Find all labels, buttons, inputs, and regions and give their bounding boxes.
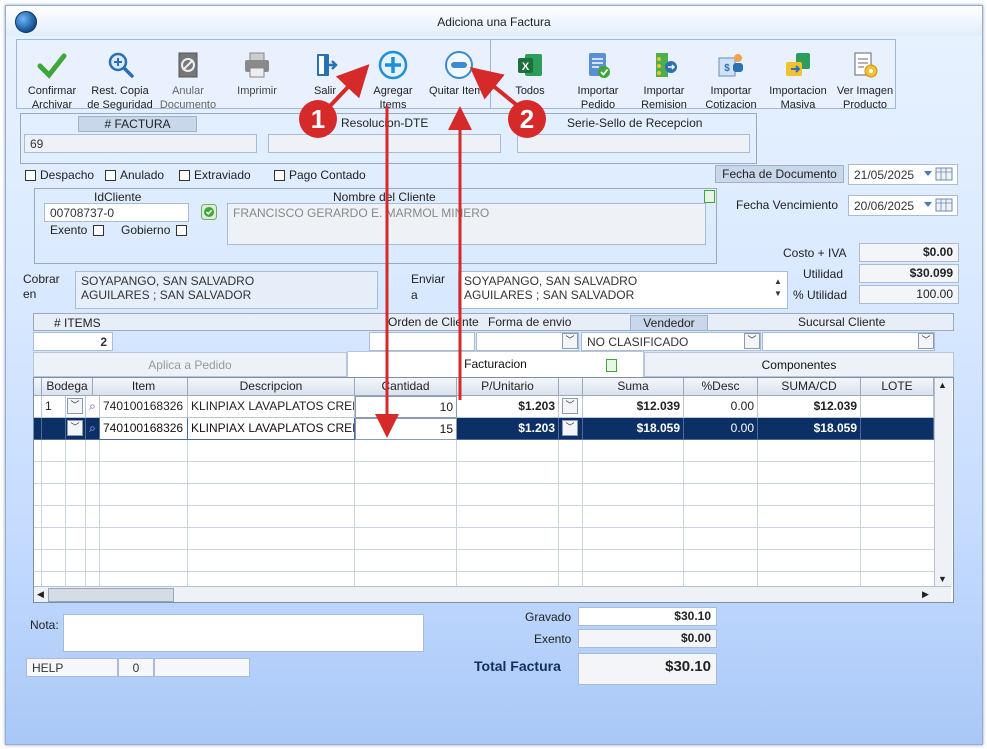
arrow-1-to-add — [328, 64, 370, 108]
callout-2: 2 — [508, 100, 546, 138]
annotation-overlay — [328, 64, 520, 438]
arrow-2-to-remove — [469, 66, 520, 108]
callout-1: 1 — [299, 100, 337, 138]
